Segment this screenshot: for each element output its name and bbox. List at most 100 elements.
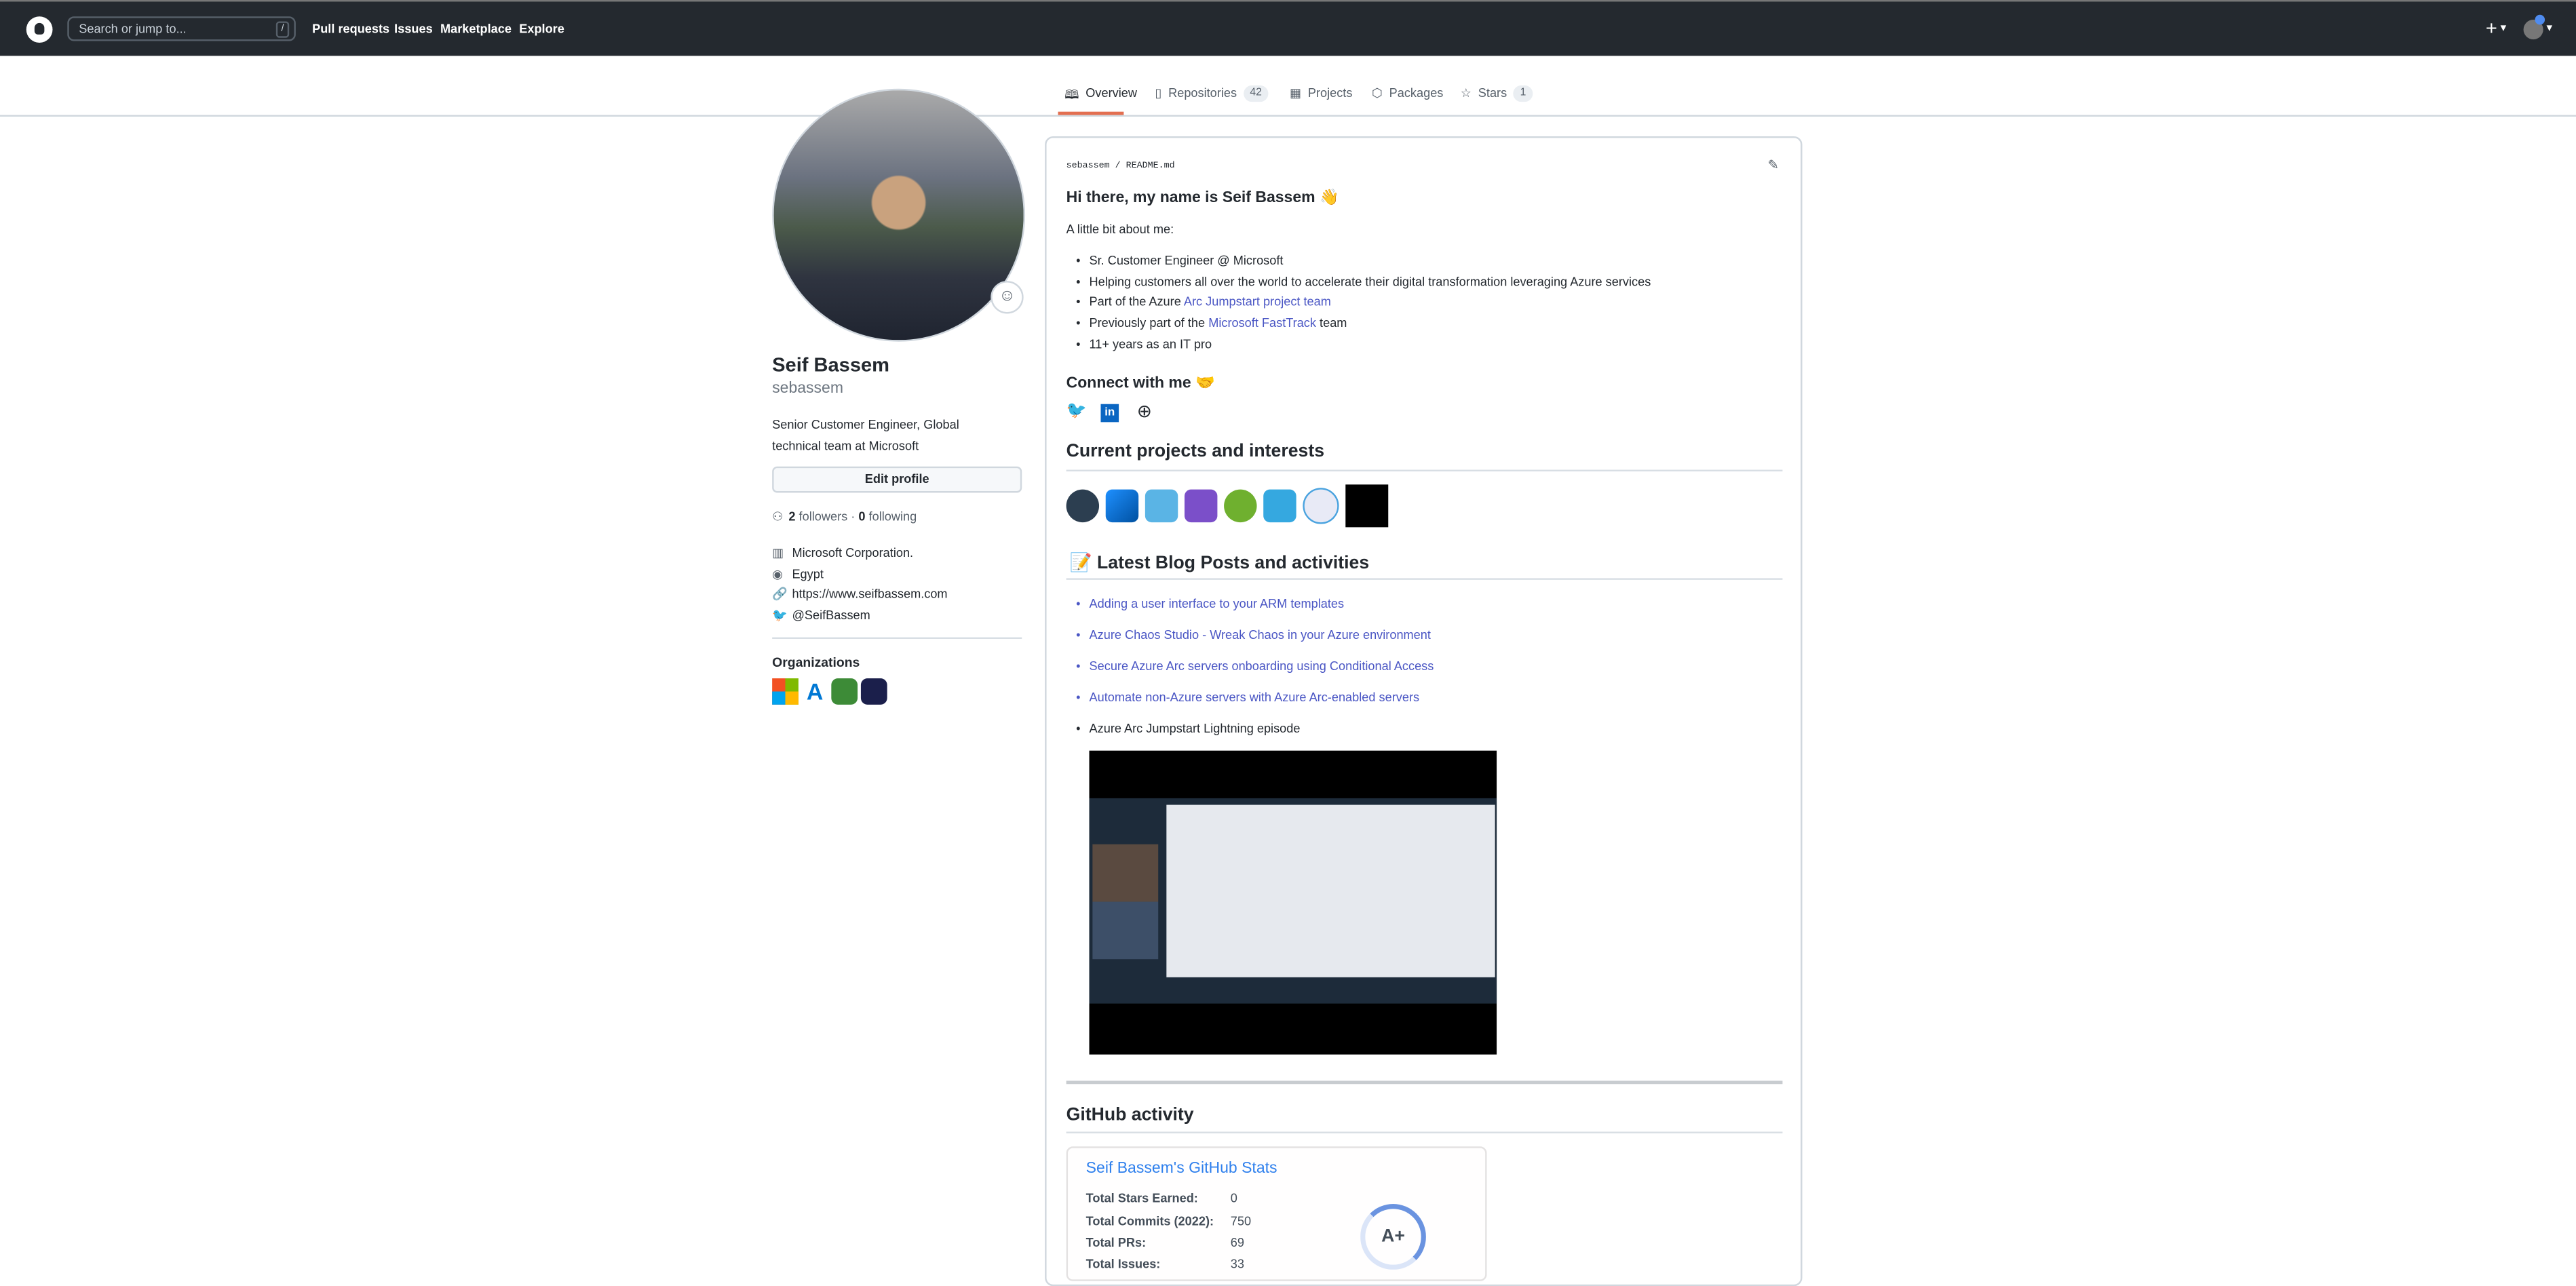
create-new-button[interactable]: + (2486, 16, 2497, 39)
arc-jumpstart-link[interactable]: Arc Jumpstart project team (1184, 294, 1331, 309)
heading-rule (1066, 1131, 1783, 1133)
stat-label: Total Stars Earned: (1085, 1190, 1198, 1206)
tab-packages[interactable]: ⬡ Packages (1372, 85, 1443, 115)
about-text: Previously part of the (1089, 315, 1209, 330)
twitter-icon: 🐦 (772, 607, 788, 623)
company: ▥ Microsoft Corporation. (772, 545, 913, 560)
followers-count[interactable]: 2 (788, 509, 795, 524)
website: 🔗 https://www.seifbassem.com (772, 587, 947, 602)
package-icon: ⬡ (1372, 85, 1383, 100)
about-item: Sr. Customer Engineer @ Microsoft (1076, 253, 1283, 268)
location-text: Egypt (792, 566, 824, 582)
tab-label: Projects (1307, 85, 1353, 100)
about-text: Part of the Azure (1089, 294, 1184, 309)
table-icon: ▦ (1289, 85, 1302, 100)
stat-value: 33 (1230, 1256, 1244, 1272)
organizations-heading: Organizations (772, 655, 860, 671)
heading-rule (1066, 469, 1783, 471)
fasttrack-link[interactable]: Microsoft FastTrack (1208, 315, 1316, 330)
about-item: Previously part of the Microsoft FastTra… (1076, 315, 1347, 330)
star-icon: ☆ (1460, 85, 1472, 100)
book-icon: 🕮 (1064, 87, 1079, 102)
blog-post-link[interactable]: Automate non-Azure servers with Azure Ar… (1076, 690, 1419, 705)
path-user[interactable]: sebassem (1066, 159, 1110, 171)
org-github-icon[interactable] (860, 678, 887, 705)
tab-label: Repositories (1168, 85, 1237, 100)
edit-profile-button[interactable]: Edit profile (772, 466, 1022, 493)
blog-post-link[interactable]: Adding a user interface to your ARM temp… (1076, 596, 1344, 611)
tab-label: Overview (1085, 85, 1138, 100)
nav-pull-requests[interactable]: Pull requests (312, 21, 389, 36)
active-tab-underline (1058, 111, 1124, 115)
azure-icon[interactable] (1105, 489, 1139, 523)
follow-stats: ⚇ 2 followers · 0 following (772, 509, 917, 524)
identity-icon[interactable] (1303, 488, 1339, 524)
stat-value: 750 (1230, 1213, 1252, 1229)
tab-overview[interactable]: 🕮 Overview (1064, 85, 1137, 115)
separator: · (851, 509, 856, 524)
nav-explore[interactable]: Explore (519, 21, 564, 36)
episode-video-thumbnail[interactable] (1089, 750, 1497, 1055)
stat-value: 0 (1230, 1190, 1237, 1206)
nav-marketplace[interactable]: Marketplace (440, 21, 512, 36)
search-placeholder: Search or jump to... (79, 21, 187, 37)
architecture-framework-icon[interactable] (1345, 484, 1389, 528)
link-icon: 🔗 (772, 586, 788, 602)
search-input[interactable]: Search or jump to... / (67, 16, 296, 41)
jumpstart-icon[interactable] (1066, 489, 1100, 523)
stat-value: 69 (1230, 1235, 1244, 1250)
stat-label: Total PRs: (1085, 1235, 1147, 1250)
edit-pencil-icon[interactable]: ✎ (1768, 157, 1779, 172)
tab-label: Packages (1389, 85, 1444, 100)
bicep-icon[interactable] (1145, 489, 1178, 523)
website-link[interactable]: https://www.seifbassem.com (792, 587, 947, 602)
org-microsoft-icon[interactable] (772, 678, 799, 705)
organizations-list: A (772, 678, 887, 705)
profile-bio: Senior Customer Engineer, Global technic… (772, 417, 959, 454)
following-link[interactable]: following (869, 509, 917, 524)
github-logo-icon[interactable] (26, 16, 53, 43)
rank-grade: A+ (1381, 1226, 1405, 1247)
tab-stars[interactable]: ☆ Stars 1 (1461, 85, 1533, 115)
slash-key-hint: / (275, 21, 290, 38)
kubernetes-icon[interactable] (1184, 489, 1218, 523)
linkedin-icon[interactable]: in (1100, 404, 1119, 423)
set-status-smiley-icon[interactable]: ☺ (991, 281, 1024, 314)
twitter-link[interactable]: @SeifBassem (792, 608, 870, 623)
notification-dot-icon (2535, 14, 2545, 25)
about-text: Helping customers all over the world to … (1089, 274, 1651, 290)
about-text: team (1316, 315, 1347, 330)
cloud-shell-icon[interactable] (1263, 489, 1296, 523)
profile-name: Seif Bassem (772, 353, 889, 376)
readme-intro: A little bit about me: (1066, 221, 1174, 237)
blog-heading: 📝 Latest Blog Posts and activities (1069, 553, 1370, 574)
activity-heading: GitHub activity (1066, 1105, 1194, 1125)
tab-label: Stars (1478, 85, 1507, 100)
about-item: Helping customers all over the world to … (1076, 274, 1651, 290)
blog-post-link[interactable]: Azure Chaos Studio - Wreak Chaos in your… (1076, 627, 1431, 642)
org-green-icon[interactable] (831, 678, 858, 705)
profile-avatar[interactable] (772, 88, 1026, 342)
stats-title: Seif Bassem's GitHub Stats (1085, 1159, 1277, 1178)
about-item: Part of the Azure Arc Jumpstart project … (1076, 294, 1331, 309)
blog-post-link[interactable]: Secure Azure Arc servers onboarding usin… (1076, 659, 1434, 674)
tab-repositories[interactable]: ▯ Repositories 42 (1155, 85, 1269, 115)
following-count[interactable]: 0 (858, 509, 865, 524)
cost-icon[interactable] (1224, 489, 1257, 523)
path-sep: / (1115, 159, 1121, 171)
sidebar-divider (772, 637, 1022, 640)
connect-heading: Connect with me 🤝 (1066, 374, 1215, 393)
twitter: 🐦 @SeifBassem (772, 608, 870, 623)
avatar-caret-icon: ▾ (2546, 22, 2552, 35)
tab-divider (0, 115, 2576, 117)
twitter-icon[interactable]: 🐦 (1066, 402, 1087, 421)
org-azure-icon[interactable]: A (802, 678, 828, 705)
path-file[interactable]: README.md (1126, 159, 1175, 171)
followers-link[interactable]: followers (799, 509, 848, 524)
tab-projects[interactable]: ▦ Projects (1290, 85, 1352, 115)
location-pin-icon: ◉ (772, 566, 784, 582)
people-icon: ⚇ (772, 509, 784, 524)
globe-icon[interactable]: ⊕ (1137, 401, 1152, 422)
top-navbar: Search or jump to... / Pull requests Issu… (0, 0, 2576, 56)
nav-issues[interactable]: Issues (394, 21, 433, 36)
